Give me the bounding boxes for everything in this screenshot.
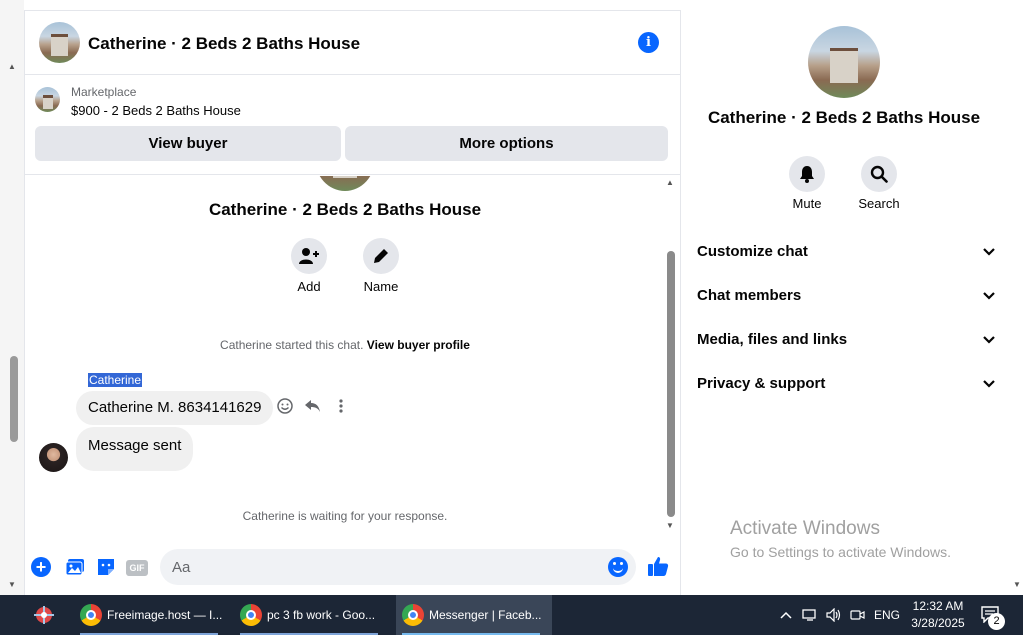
taskbar-app-messenger[interactable]: Messenger | Faceb... [396, 595, 552, 635]
marketplace-label: Marketplace [71, 85, 137, 99]
add-person-icon [299, 248, 319, 264]
start-app-icon[interactable] [30, 603, 58, 627]
section-label: Chat members [697, 287, 802, 304]
sticker-icon[interactable] [95, 556, 117, 578]
message-input[interactable] [160, 549, 636, 585]
section-chat-members[interactable]: Chat members [697, 281, 997, 311]
scroll-up-arrow-icon[interactable]: ▲ [666, 178, 674, 187]
message-bubble[interactable]: Catherine M. 8634141629 [76, 391, 274, 425]
photo-icon[interactable] [64, 556, 86, 578]
section-privacy-support[interactable]: Privacy & support [697, 369, 997, 399]
conversation-title: Catherine · 2 Beds 2 Baths House [208, 200, 482, 219]
taskbar: Freeimage.host — I... pc 3 fb work - Goo… [0, 595, 1023, 635]
sender-name: Catherine [88, 373, 143, 387]
taskbar-app-label: Freeimage.host — I... [107, 608, 223, 622]
view-buyer-button[interactable]: View buyer [35, 126, 341, 161]
pencil-icon [374, 249, 388, 263]
message-bubble[interactable]: Message sent [76, 427, 194, 471]
chrome-icon [80, 604, 102, 626]
message-actions [277, 398, 349, 414]
message-list[interactable]: Catherine · 2 Beds 2 Baths House Add Nam… [25, 176, 681, 536]
taskbar-app-label: Messenger | Faceb... [429, 608, 542, 622]
scroll-down-arrow-icon[interactable]: ▼ [666, 521, 674, 530]
chevron-down-icon [981, 237, 997, 267]
chat-avatar[interactable] [39, 22, 80, 63]
scroll-up-arrow-icon[interactable]: ▲ [8, 62, 16, 71]
network-icon[interactable] [802, 607, 818, 623]
taskbar-app-label: pc 3 fb work - Goo... [267, 608, 376, 622]
bell-icon [800, 166, 814, 183]
scroll-down-arrow-icon[interactable]: ▼ [1013, 580, 1021, 589]
watermark-line1: Activate Windows [730, 518, 880, 539]
chevron-down-icon [981, 281, 997, 311]
listing-thumbnail[interactable] [35, 87, 60, 112]
conversation-avatar [315, 176, 375, 191]
notification-count-badge: 2 [988, 613, 1005, 630]
search-button[interactable] [861, 156, 897, 192]
watermark-line2: Go to Settings to activate Windows. [730, 544, 951, 560]
system-tray: ENG [778, 595, 900, 635]
info-avatar[interactable] [808, 26, 880, 98]
clock[interactable]: 12:32 AM 3/28/2025 [905, 598, 971, 632]
emoji-icon[interactable] [608, 557, 628, 577]
chat-title[interactable]: Catherine · 2 Beds 2 Baths House [88, 34, 360, 54]
more-vertical-icon[interactable] [333, 398, 349, 414]
composer: + GIF [25, 541, 681, 591]
info-panel: Catherine · 2 Beds 2 Baths House Mute Se… [681, 10, 1012, 595]
search-label: Search [858, 196, 900, 211]
activate-windows-watermark: Activate Windows Go to Settings to activ… [730, 518, 951, 560]
chevron-down-icon [981, 369, 997, 399]
more-options-button[interactable]: More options [345, 126, 668, 161]
info-title: Catherine · 2 Beds 2 Baths House [707, 108, 981, 127]
chrome-icon [402, 604, 424, 626]
mute-label: Mute [792, 196, 822, 211]
scrollbar-thumb[interactable] [667, 251, 675, 517]
clock-time: 12:32 AM [912, 599, 964, 613]
meet-now-icon[interactable] [850, 607, 866, 623]
taskbar-app-pc3[interactable]: pc 3 fb work - Goo... [234, 595, 384, 635]
chat-panel: Catherine · 2 Beds 2 Baths House i Marke… [24, 10, 681, 595]
chat-started-text: Catherine started this chat. [220, 338, 364, 352]
chat-header: Catherine · 2 Beds 2 Baths House i [25, 11, 681, 75]
language-indicator[interactable]: ENG [874, 608, 900, 622]
mute-button[interactable] [789, 156, 825, 192]
waiting-notice: Catherine is waiting for your response. [242, 509, 448, 523]
section-label: Privacy & support [697, 375, 826, 392]
reply-icon[interactable] [305, 398, 321, 414]
search-icon [870, 165, 888, 183]
add-label: Add [297, 279, 321, 294]
listing-title[interactable]: $900 - 2 Beds 2 Baths House [71, 103, 241, 118]
plus-icon[interactable]: + [31, 557, 51, 577]
chat-started-notice: Catherine started this chat. View buyer … [25, 338, 665, 352]
page-scrollbar[interactable]: ▲ ▼ [0, 0, 24, 595]
section-label: Customize chat [697, 243, 808, 260]
taskbar-app-freeimage[interactable]: Freeimage.host — I... [74, 595, 224, 635]
scrollbar-thumb[interactable] [10, 356, 18, 442]
chevron-down-icon [981, 325, 997, 355]
section-media-files-links[interactable]: Media, files and links [697, 325, 997, 355]
chrome-icon [240, 604, 262, 626]
gif-icon[interactable]: GIF [126, 560, 148, 576]
section-label: Media, files and links [697, 331, 848, 348]
right-scrollbar[interactable]: ▼ [1012, 0, 1023, 595]
edit-name-button[interactable] [363, 238, 399, 274]
section-customize-chat[interactable]: Customize chat [697, 237, 997, 267]
volume-icon[interactable] [826, 607, 842, 623]
info-icon[interactable]: i [638, 32, 659, 53]
clock-date: 3/28/2025 [911, 616, 965, 630]
user-avatar[interactable] [39, 443, 68, 472]
add-people-button[interactable] [291, 238, 327, 274]
scroll-down-arrow-icon[interactable]: ▼ [8, 580, 16, 589]
name-label: Name [363, 279, 399, 294]
message-scrollbar[interactable]: ▲ ▼ [665, 176, 677, 531]
react-icon[interactable] [277, 398, 293, 414]
thumbs-up-icon[interactable] [647, 555, 669, 577]
marketplace-bar: Marketplace $900 - 2 Beds 2 Baths House … [25, 75, 681, 175]
view-buyer-profile-link[interactable]: View buyer profile [367, 338, 470, 352]
chevron-up-icon[interactable] [778, 607, 794, 623]
